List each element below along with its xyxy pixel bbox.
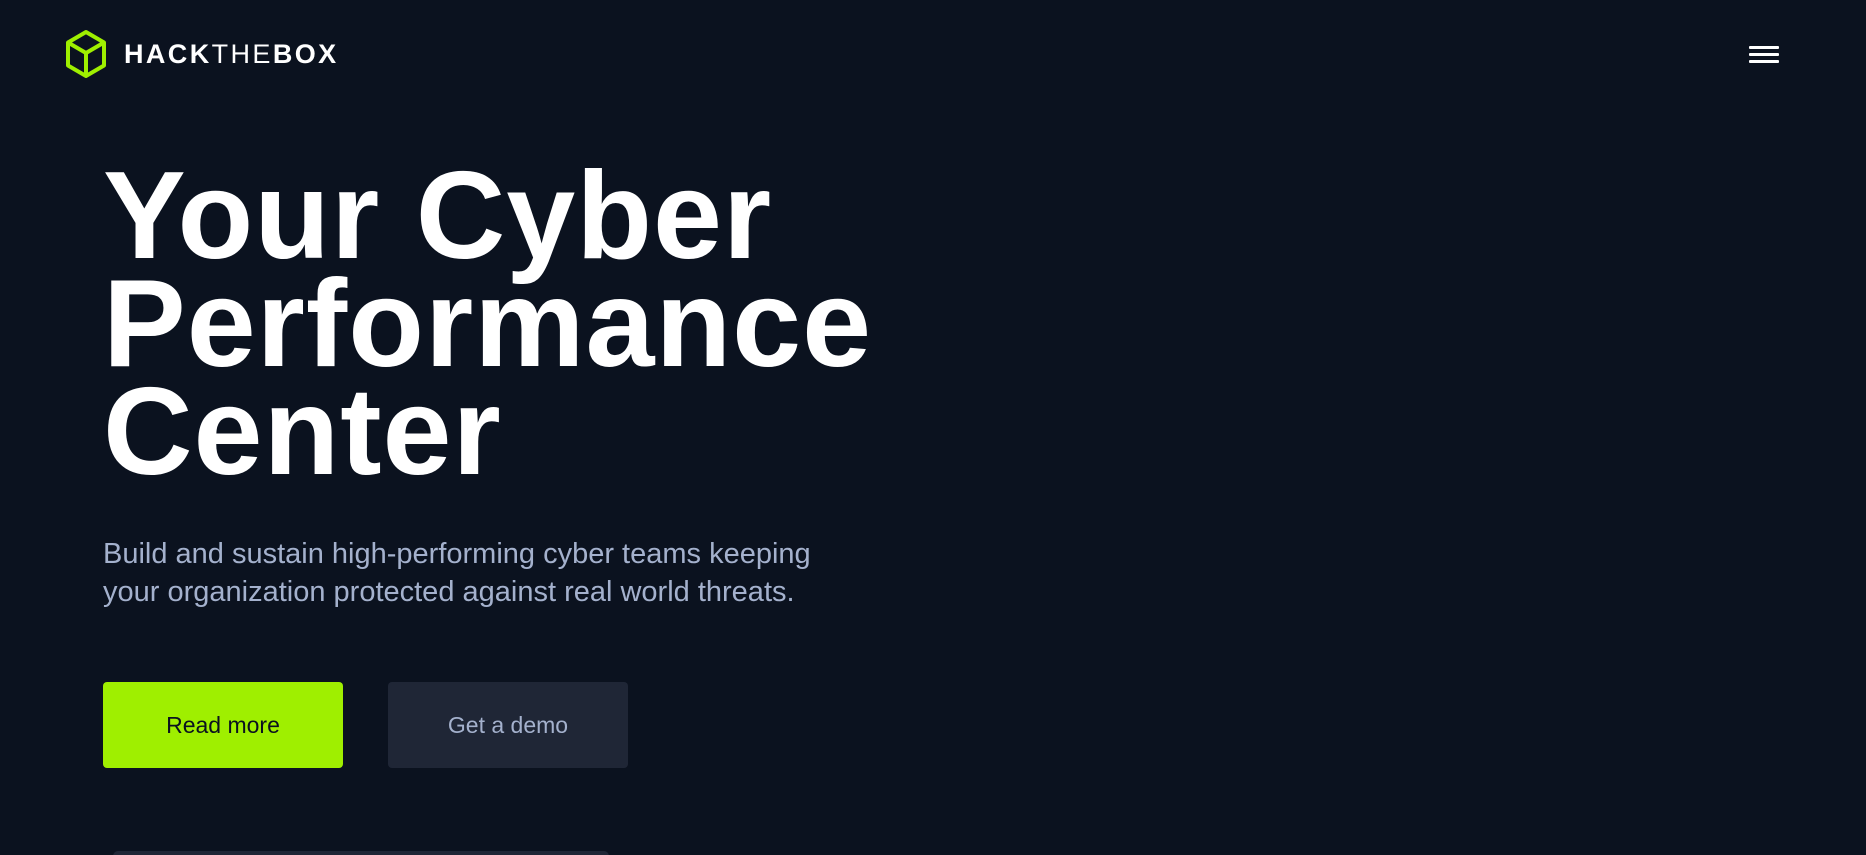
menu-bar-bottom	[1749, 60, 1779, 63]
next-section-edge	[113, 851, 609, 855]
hero-subtitle-line-1: Build and sustain high-performing cyber …	[103, 538, 811, 570]
logo-word-hack: HACK	[124, 38, 212, 69]
hero-subtitle: Build and sustain high-performing cyber …	[103, 535, 863, 611]
logo-wordmark: HACKTHEBOX	[124, 38, 339, 69]
hero-title-line-3: Center	[103, 363, 502, 501]
menu-bar-middle	[1749, 53, 1779, 56]
hamburger-menu-icon[interactable]	[1744, 40, 1784, 70]
hero-title: Your Cyber Performance Center	[103, 147, 923, 501]
hack-the-box-cube-icon	[66, 30, 106, 78]
hack-the-box-logo[interactable]: HACKTHEBOX	[64, 29, 339, 79]
site-header: HACKTHEBOX	[0, 0, 1866, 110]
logo-word-the: THE	[211, 38, 273, 69]
menu-bar-top	[1749, 46, 1779, 49]
get-a-demo-button[interactable]: Get a demo	[388, 682, 628, 768]
logo-word-box: BOX	[272, 38, 339, 69]
read-more-button[interactable]: Read more	[103, 682, 343, 768]
hero-title-line-2: Performance	[103, 255, 873, 393]
hero-subtitle-line-2: your organization protected against real…	[103, 576, 795, 608]
hero-title-line-1: Your Cyber	[103, 147, 773, 285]
page: HACKTHEBOX Your Cyber Performance Center…	[0, 0, 1866, 855]
